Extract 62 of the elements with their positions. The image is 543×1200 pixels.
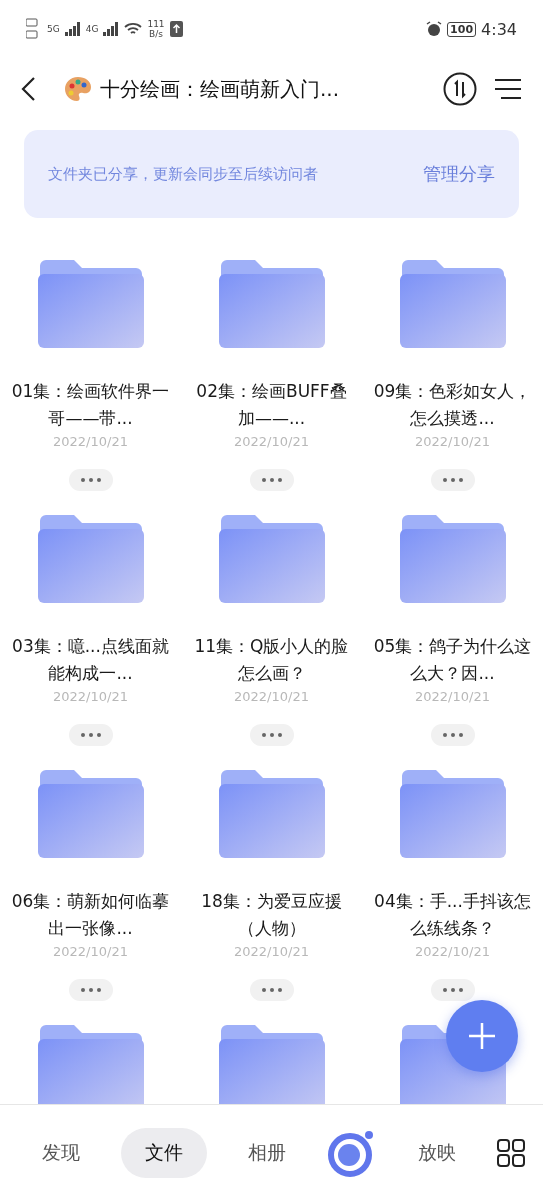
folder-title: 十分绘画：绘画萌新入门... <box>100 75 340 103</box>
folder-date: 2022/10/21 <box>415 434 490 449</box>
share-message: 文件夹已分享，更新会同步至后续访问者 <box>48 164 318 184</box>
folder-icon <box>218 260 325 348</box>
folder-icon <box>399 770 506 858</box>
network-label: 5G <box>47 24 60 34</box>
signal-icon <box>64 22 81 36</box>
alarm-icon <box>426 21 443 37</box>
more-button[interactable] <box>430 724 475 746</box>
more-button[interactable] <box>68 724 113 746</box>
folder-name[interactable]: 11集：Q版小人的脸怎么画？ <box>191 633 352 687</box>
more-button[interactable] <box>249 724 294 746</box>
more-button[interactable] <box>430 979 475 1001</box>
folder-date: 2022/10/21 <box>234 689 309 704</box>
folder-icon <box>218 515 325 603</box>
folder-name[interactable]: 06集：萌新如何临摹出一张像... <box>10 888 171 942</box>
folder-date: 2022/10/21 <box>415 944 490 959</box>
folder-date: 2022/10/21 <box>234 944 309 959</box>
folder-icon <box>218 770 325 858</box>
back-icon[interactable] <box>20 76 36 102</box>
folder-name[interactable]: 05集：鸽子为什么这么大？因... <box>372 633 533 687</box>
more-button[interactable] <box>249 979 294 1001</box>
speed-value: 111 <box>147 19 165 29</box>
network-label: 4G <box>85 24 99 34</box>
speed-unit: B/s <box>149 29 163 39</box>
more-button[interactable] <box>249 469 294 491</box>
wifi-icon <box>124 22 143 36</box>
folder-name[interactable]: 04集：手...手抖该怎么练线条？ <box>372 888 533 942</box>
folder-icon <box>37 770 144 858</box>
add-button[interactable] <box>446 1000 518 1072</box>
plus-icon <box>467 1021 497 1051</box>
folder-icon <box>37 1025 144 1104</box>
folder-date: 2022/10/21 <box>234 434 309 449</box>
folder-icon <box>37 260 144 348</box>
folder-name[interactable]: 03集：噫...点线面就能构成一... <box>10 633 171 687</box>
nav-tab[interactable]: 放映 <box>393 1127 480 1178</box>
upload-icon <box>169 21 183 37</box>
folder-name[interactable]: 09集：色彩如女人，怎么摸透... <box>372 378 533 432</box>
battery-indicator: 100 <box>447 21 477 37</box>
more-button[interactable] <box>68 469 113 491</box>
folder-icon <box>37 515 144 603</box>
sort-icon[interactable] <box>443 72 477 106</box>
nav-tab[interactable]: 相册 <box>224 1127 311 1178</box>
folder-date: 2022/10/21 <box>53 944 128 959</box>
grid-icon[interactable] <box>496 1138 525 1167</box>
folder-icon <box>399 260 506 348</box>
nav-tab[interactable]: 文件 <box>121 1127 208 1178</box>
folder-icon <box>399 515 506 603</box>
nav-tab[interactable]: 发现 <box>18 1127 105 1178</box>
folder-name[interactable]: 18集：为爱豆应援（人物） <box>191 888 352 942</box>
folder-date: 2022/10/21 <box>415 689 490 704</box>
more-button[interactable] <box>430 469 475 491</box>
folder-icon <box>218 1025 325 1104</box>
folder-name[interactable]: 02集：绘画BUFF叠加——... <box>191 378 352 432</box>
folder-date: 2022/10/21 <box>53 689 128 704</box>
signal-icon <box>103 22 120 36</box>
more-button[interactable] <box>68 979 113 1001</box>
clock: 4:34 <box>481 19 517 39</box>
folder-date: 2022/10/21 <box>53 434 128 449</box>
palette-icon <box>64 76 92 102</box>
folder-name[interactable]: 01集：绘画软件界一哥——带... <box>10 378 171 432</box>
menu-icon[interactable] <box>493 78 523 100</box>
